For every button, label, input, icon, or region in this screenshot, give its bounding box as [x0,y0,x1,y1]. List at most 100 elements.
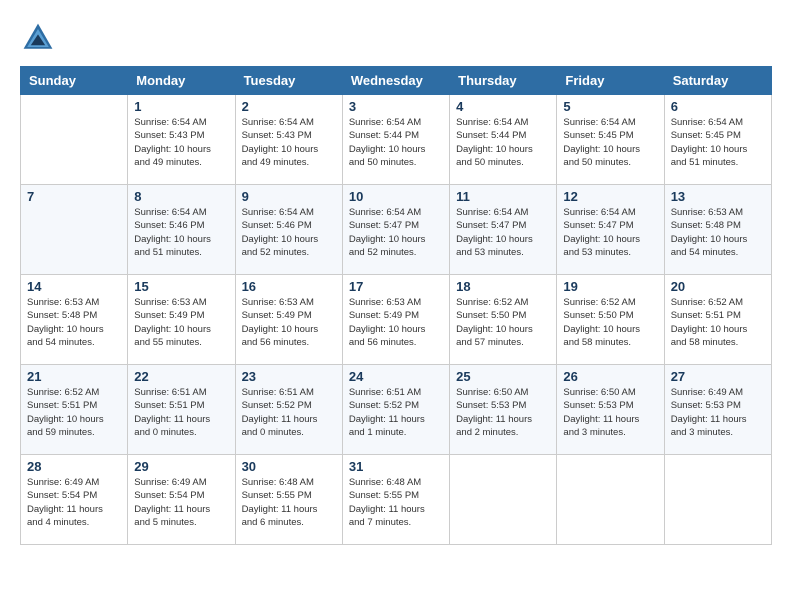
day-info: Sunrise: 6:53 AM Sunset: 5:48 PM Dayligh… [671,206,765,259]
day-info: Sunrise: 6:49 AM Sunset: 5:54 PM Dayligh… [27,476,121,529]
day-info: Sunrise: 6:54 AM Sunset: 5:45 PM Dayligh… [563,116,657,169]
header-day-friday: Friday [557,67,664,95]
calendar-cell: 3 Sunrise: 6:54 AM Sunset: 5:44 PM Daylig… [342,95,449,185]
calendar-cell: 10Sunrise: 6:54 AM Sunset: 5:47 PM Dayli… [342,185,449,275]
day-number: 13 [671,189,765,204]
day-number: 2 [242,99,336,114]
calendar-cell: 11 Sunrise: 6:54 AM Sunset: 5:47 PM Dayli… [450,185,557,275]
calendar-cell: 24Sunrise: 6:51 AM Sunset: 5:52 PM Dayli… [342,365,449,455]
day-info: Sunrise: 6:54 AM Sunset: 5:45 PM Dayligh… [671,116,765,169]
day-info: Sunrise: 6:51 AM Sunset: 5:51 PM Dayligh… [134,386,228,439]
calendar-cell: 26 Sunrise: 6:50 AM Sunset: 5:53 PM Dayli… [557,365,664,455]
calendar-cell: 18 Sunrise: 6:52 AM Sunset: 5:50 PM Dayli… [450,275,557,365]
calendar-cell: 28 Sunrise: 6:49 AM Sunset: 5:54 PM Dayli… [21,455,128,545]
day-number: 30 [242,459,336,474]
calendar-cell: 29Sunrise: 6:49 AM Sunset: 5:54 PM Dayli… [128,455,235,545]
day-info: Sunrise: 6:49 AM Sunset: 5:53 PM Dayligh… [671,386,765,439]
calendar-cell [557,455,664,545]
week-row-3: 14 Sunrise: 6:53 AM Sunset: 5:48 PM Dayli… [21,275,772,365]
calendar-cell: 15Sunrise: 6:53 AM Sunset: 5:49 PM Dayli… [128,275,235,365]
day-number: 5 [563,99,657,114]
calendar-cell: 30 Sunrise: 6:48 AM Sunset: 5:55 PM Dayli… [235,455,342,545]
day-info: Sunrise: 6:53 AM Sunset: 5:49 PM Dayligh… [242,296,336,349]
day-info: Sunrise: 6:54 AM Sunset: 5:43 PM Dayligh… [242,116,336,169]
calendar-cell: 19 Sunrise: 6:52 AM Sunset: 5:50 PM Dayli… [557,275,664,365]
day-info: Sunrise: 6:54 AM Sunset: 5:47 PM Dayligh… [563,206,657,259]
day-number: 11 [456,189,550,204]
calendar-cell: 12Sunrise: 6:54 AM Sunset: 5:47 PM Dayli… [557,185,664,275]
page-header [20,20,772,56]
day-number: 14 [27,279,121,294]
day-number: 17 [349,279,443,294]
day-number: 6 [671,99,765,114]
day-info: Sunrise: 6:52 AM Sunset: 5:50 PM Dayligh… [456,296,550,349]
calendar-cell: 13 Sunrise: 6:53 AM Sunset: 5:48 PM Dayli… [664,185,771,275]
header-day-monday: Monday [128,67,235,95]
day-info: Sunrise: 6:48 AM Sunset: 5:55 PM Dayligh… [242,476,336,529]
calendar-cell: 23 Sunrise: 6:51 AM Sunset: 5:52 PM Dayli… [235,365,342,455]
day-info: Sunrise: 6:53 AM Sunset: 5:48 PM Dayligh… [27,296,121,349]
day-number: 20 [671,279,765,294]
day-number: 3 [349,99,443,114]
header-day-sunday: Sunday [21,67,128,95]
day-info: Sunrise: 6:53 AM Sunset: 5:49 PM Dayligh… [134,296,228,349]
calendar-cell: 8 Sunrise: 6:54 AM Sunset: 5:46 PM Daylig… [128,185,235,275]
day-number: 1 [134,99,228,114]
calendar-cell [664,455,771,545]
calendar-cell: 4Sunrise: 6:54 AM Sunset: 5:44 PM Daylig… [450,95,557,185]
week-row-4: 21 Sunrise: 6:52 AM Sunset: 5:51 PM Dayli… [21,365,772,455]
day-info: Sunrise: 6:52 AM Sunset: 5:51 PM Dayligh… [671,296,765,349]
day-number: 25 [456,369,550,384]
day-info: Sunrise: 6:54 AM Sunset: 5:47 PM Dayligh… [349,206,443,259]
calendar-cell: 25 Sunrise: 6:50 AM Sunset: 5:53 PM Dayli… [450,365,557,455]
day-number: 23 [242,369,336,384]
day-info: Sunrise: 6:54 AM Sunset: 5:46 PM Dayligh… [134,206,228,259]
day-info: Sunrise: 6:54 AM Sunset: 5:44 PM Dayligh… [349,116,443,169]
calendar-cell: 14 Sunrise: 6:53 AM Sunset: 5:48 PM Dayli… [21,275,128,365]
calendar-cell: 17 Sunrise: 6:53 AM Sunset: 5:49 PM Dayli… [342,275,449,365]
day-info: Sunrise: 6:53 AM Sunset: 5:49 PM Dayligh… [349,296,443,349]
logo-icon [20,20,56,56]
calendar-cell: 27 Sunrise: 6:49 AM Sunset: 5:53 PM Dayli… [664,365,771,455]
day-number: 28 [27,459,121,474]
calendar-header-row: SundayMondayTuesdayWednesdayThursdayFrid… [21,67,772,95]
header-day-tuesday: Tuesday [235,67,342,95]
calendar-cell: 20 Sunrise: 6:52 AM Sunset: 5:51 PM Dayli… [664,275,771,365]
calendar-cell: 5 Sunrise: 6:54 AM Sunset: 5:45 PM Daylig… [557,95,664,185]
day-info: Sunrise: 6:52 AM Sunset: 5:50 PM Dayligh… [563,296,657,349]
day-info: Sunrise: 6:54 AM Sunset: 5:47 PM Dayligh… [456,206,550,259]
day-number: 24 [349,369,443,384]
day-number: 8 [134,189,228,204]
week-row-5: 28 Sunrise: 6:49 AM Sunset: 5:54 PM Dayli… [21,455,772,545]
calendar-cell [450,455,557,545]
day-info: Sunrise: 6:52 AM Sunset: 5:51 PM Dayligh… [27,386,121,439]
day-info: Sunrise: 6:51 AM Sunset: 5:52 PM Dayligh… [242,386,336,439]
day-info: Sunrise: 6:54 AM Sunset: 5:46 PM Dayligh… [242,206,336,259]
day-info: Sunrise: 6:50 AM Sunset: 5:53 PM Dayligh… [563,386,657,439]
calendar-cell: 31Sunrise: 6:48 AM Sunset: 5:55 PM Dayli… [342,455,449,545]
day-info: Sunrise: 6:54 AM Sunset: 5:43 PM Dayligh… [134,116,228,169]
day-number: 7 [27,189,121,204]
week-row-1: 1 Sunrise: 6:54 AM Sunset: 5:43 PM Daylig… [21,95,772,185]
calendar-cell: 9 Sunrise: 6:54 AM Sunset: 5:46 PM Daylig… [235,185,342,275]
calendar-cell: 2 Sunrise: 6:54 AM Sunset: 5:43 PM Daylig… [235,95,342,185]
day-number: 4 [456,99,550,114]
week-row-2: 78 Sunrise: 6:54 AM Sunset: 5:46 PM Dayli… [21,185,772,275]
day-number: 26 [563,369,657,384]
day-number: 16 [242,279,336,294]
day-number: 27 [671,369,765,384]
day-number: 9 [242,189,336,204]
day-number: 19 [563,279,657,294]
day-number: 18 [456,279,550,294]
calendar-cell: 21 Sunrise: 6:52 AM Sunset: 5:51 PM Dayli… [21,365,128,455]
day-info: Sunrise: 6:48 AM Sunset: 5:55 PM Dayligh… [349,476,443,529]
header-day-wednesday: Wednesday [342,67,449,95]
day-info: Sunrise: 6:50 AM Sunset: 5:53 PM Dayligh… [456,386,550,439]
header-day-saturday: Saturday [664,67,771,95]
calendar-cell: 6 Sunrise: 6:54 AM Sunset: 5:45 PM Daylig… [664,95,771,185]
day-number: 22 [134,369,228,384]
logo [20,20,60,56]
day-number: 21 [27,369,121,384]
calendar-cell: 1 Sunrise: 6:54 AM Sunset: 5:43 PM Daylig… [128,95,235,185]
calendar-table: SundayMondayTuesdayWednesdayThursdayFrid… [20,66,772,545]
